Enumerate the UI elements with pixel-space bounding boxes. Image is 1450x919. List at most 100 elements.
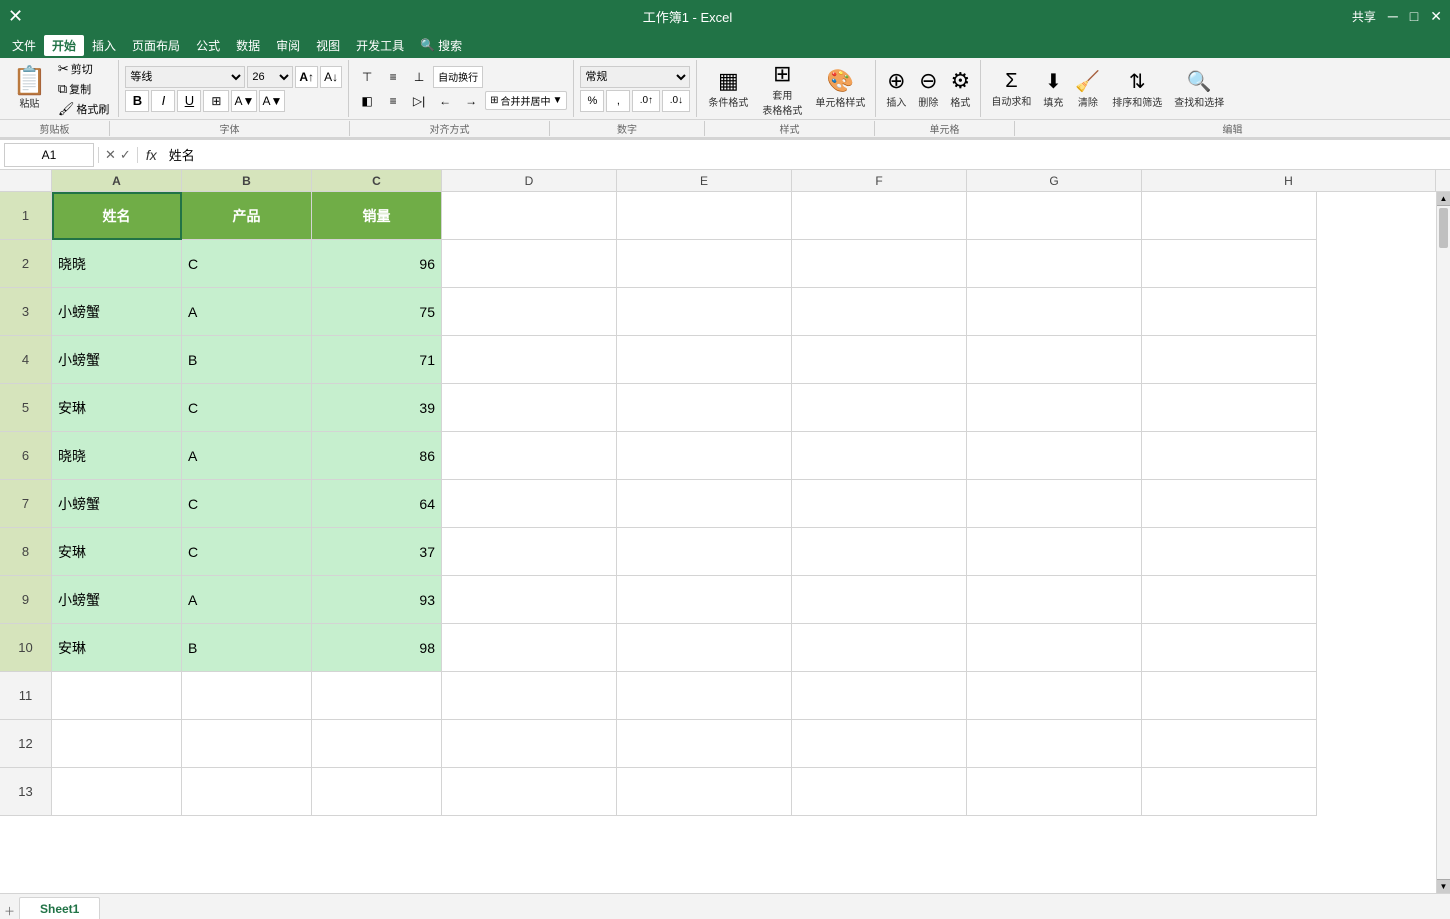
col-header-g[interactable]: G <box>967 170 1142 191</box>
list-item[interactable] <box>967 720 1142 768</box>
list-item[interactable]: C <box>182 480 312 528</box>
list-item[interactable] <box>1142 240 1317 288</box>
menu-file[interactable]: 文件 <box>4 35 44 56</box>
font-size-select[interactable]: 26 <box>247 66 293 88</box>
list-item[interactable] <box>967 768 1142 816</box>
decrease-decimal-button[interactable]: .0↓ <box>662 90 690 112</box>
list-item[interactable] <box>617 720 792 768</box>
menu-data[interactable]: 数据 <box>228 35 268 56</box>
list-item[interactable] <box>182 672 312 720</box>
merge-center-button[interactable]: ⊞ 合并并居中 ▼ <box>485 91 567 110</box>
list-item[interactable] <box>617 528 792 576</box>
fill-color-button[interactable]: A▼ <box>231 90 257 112</box>
list-item[interactable]: 晓晓 <box>52 240 182 288</box>
list-item[interactable] <box>617 240 792 288</box>
increase-font-button[interactable]: A↑ <box>295 66 318 88</box>
row-header[interactable]: 10 <box>0 624 52 672</box>
col-header-a[interactable]: A <box>52 170 182 191</box>
list-item[interactable]: B <box>182 336 312 384</box>
list-item[interactable]: C <box>182 240 312 288</box>
list-item[interactable] <box>182 720 312 768</box>
list-item[interactable]: 93 <box>312 576 442 624</box>
list-item[interactable] <box>792 720 967 768</box>
list-item[interactable] <box>967 240 1142 288</box>
list-item[interactable]: 小螃蟹 <box>52 336 182 384</box>
list-item[interactable] <box>617 192 792 240</box>
list-item[interactable]: 姓名 <box>52 192 182 240</box>
list-item[interactable] <box>442 720 617 768</box>
list-item[interactable] <box>442 240 617 288</box>
cancel-formula-icon[interactable]: ✕ <box>105 147 116 163</box>
list-item[interactable]: 产品 <box>182 192 312 240</box>
confirm-formula-icon[interactable]: ✓ <box>120 147 131 163</box>
list-item[interactable] <box>442 576 617 624</box>
list-item[interactable] <box>1142 768 1317 816</box>
list-item[interactable] <box>617 384 792 432</box>
font-color-button[interactable]: A▼ <box>259 90 285 112</box>
number-format-select[interactable]: 常规 <box>580 66 690 88</box>
sheet-tab-sheet1[interactable]: Sheet1 <box>19 897 100 919</box>
menu-search[interactable]: 🔍 搜索 <box>412 35 470 56</box>
list-item[interactable] <box>52 720 182 768</box>
list-item[interactable] <box>967 336 1142 384</box>
list-item[interactable]: 晓晓 <box>52 432 182 480</box>
list-item[interactable] <box>442 528 617 576</box>
percent-button[interactable]: % <box>580 90 604 112</box>
col-header-e[interactable]: E <box>617 170 792 191</box>
list-item[interactable]: 96 <box>312 240 442 288</box>
list-item[interactable]: A <box>182 432 312 480</box>
find-select-button[interactable]: 🔍 查找和选择 <box>1170 63 1228 115</box>
list-item[interactable]: 安琳 <box>52 384 182 432</box>
table-format-button[interactable]: ⊞ 套用 表格格式 <box>757 63 807 115</box>
sort-filter-button[interactable]: ⇅ 排序和筛选 <box>1108 63 1166 115</box>
row-header[interactable]: 11 <box>0 672 52 720</box>
close-button[interactable]: ✕ <box>1430 8 1442 25</box>
row-header[interactable]: 4 <box>0 336 52 384</box>
list-item[interactable] <box>1142 576 1317 624</box>
cell-styles-button[interactable]: 🎨 单元格样式 <box>811 63 869 115</box>
row-header[interactable]: 1 <box>0 192 52 240</box>
list-item[interactable] <box>1142 528 1317 576</box>
list-item[interactable]: 71 <box>312 336 442 384</box>
fill-button[interactable]: ⬇ 填充 <box>1039 63 1067 115</box>
col-header-f[interactable]: F <box>792 170 967 191</box>
list-item[interactable] <box>967 384 1142 432</box>
list-item[interactable] <box>792 624 967 672</box>
corner-cell[interactable] <box>0 170 52 191</box>
list-item[interactable] <box>617 336 792 384</box>
maximize-button[interactable]: □ <box>1410 8 1418 24</box>
col-header-c[interactable]: C <box>312 170 442 191</box>
list-item[interactable] <box>792 336 967 384</box>
vertical-scrollbar[interactable]: ▲ ▼ <box>1436 192 1450 893</box>
list-item[interactable]: C <box>182 528 312 576</box>
list-item[interactable]: 安琳 <box>52 624 182 672</box>
list-item[interactable]: A <box>182 288 312 336</box>
scroll-down-button[interactable]: ▼ <box>1437 879 1450 893</box>
copy-button[interactable]: ⧉ 复制 <box>55 80 113 98</box>
list-item[interactable] <box>1142 720 1317 768</box>
align-bottom-button[interactable]: ⊥ <box>407 66 431 88</box>
list-item[interactable] <box>52 768 182 816</box>
list-item[interactable]: 98 <box>312 624 442 672</box>
list-item[interactable] <box>967 192 1142 240</box>
list-item[interactable] <box>792 480 967 528</box>
list-item[interactable] <box>617 288 792 336</box>
decrease-indent-button[interactable]: ← <box>433 90 457 112</box>
list-item[interactable] <box>182 768 312 816</box>
col-header-h[interactable]: H <box>1142 170 1436 191</box>
row-header[interactable]: 8 <box>0 528 52 576</box>
scroll-track[interactable] <box>1437 206 1450 879</box>
list-item[interactable] <box>617 624 792 672</box>
align-top-button[interactable]: ⊤ <box>355 66 379 88</box>
align-middle-button[interactable]: ≡ <box>381 66 405 88</box>
align-left-button[interactable]: ◧ <box>355 90 379 112</box>
list-item[interactable] <box>442 480 617 528</box>
list-item[interactable] <box>442 432 617 480</box>
list-item[interactable] <box>1142 480 1317 528</box>
scroll-thumb[interactable] <box>1439 208 1448 248</box>
scroll-up-button[interactable]: ▲ <box>1437 192 1450 206</box>
decrease-font-button[interactable]: A↓ <box>320 66 342 88</box>
list-item[interactable] <box>442 192 617 240</box>
paste-button[interactable]: 📋 粘贴 <box>6 63 53 115</box>
insert-cell-button[interactable]: ⊕ 插入 <box>882 63 910 115</box>
